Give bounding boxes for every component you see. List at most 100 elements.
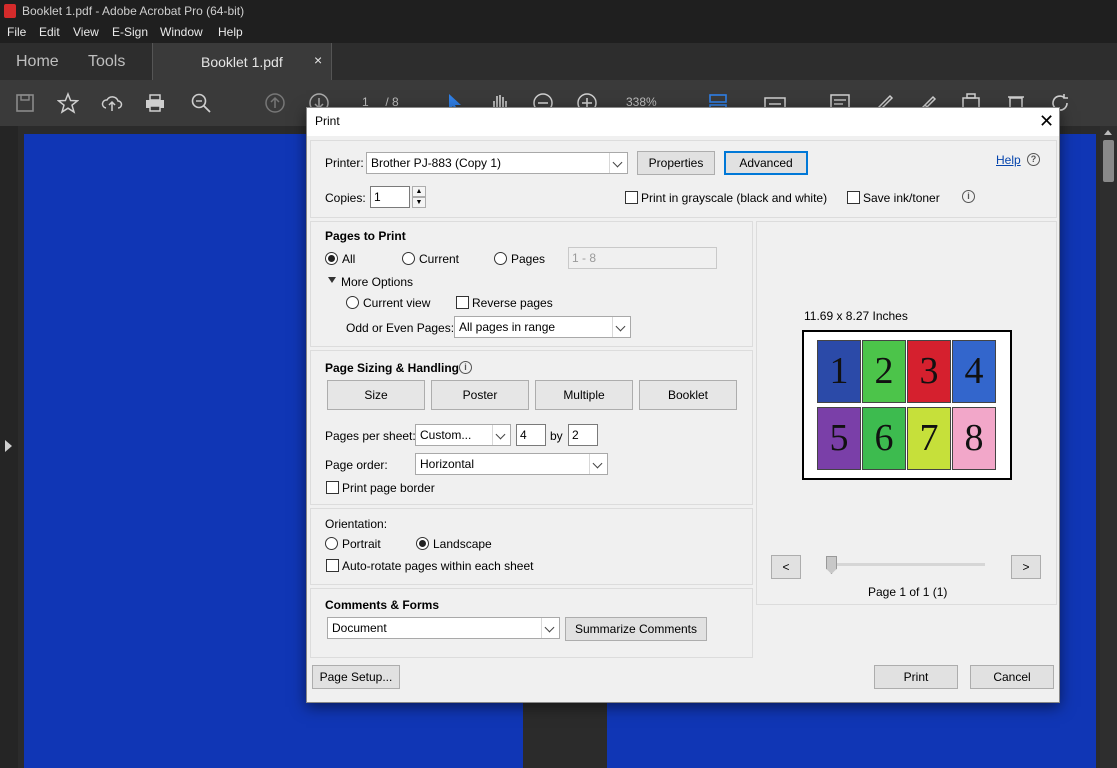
more-options-toggle[interactable]: More Options	[341, 275, 413, 289]
pages-range-input[interactable]: 1 - 8	[568, 247, 717, 269]
size-button[interactable]: Size	[327, 380, 425, 410]
grayscale-checkbox[interactable]	[625, 191, 638, 204]
menu-help[interactable]: Help	[218, 25, 243, 39]
zoom-search-icon[interactable]	[190, 92, 212, 114]
pages-to-print-heading: Pages to Print	[325, 229, 406, 243]
collapse-triangle-icon[interactable]	[328, 277, 336, 283]
info-icon[interactable]: i	[459, 361, 472, 374]
odd-even-select[interactable]: All pages in range	[454, 316, 631, 338]
preview-page-thumb: 1	[817, 340, 861, 403]
preview-page-thumb: 4	[952, 340, 996, 403]
preview-prev-button[interactable]: <	[771, 555, 801, 579]
poster-button[interactable]: Poster	[431, 380, 529, 410]
reverse-pages-checkbox[interactable]	[456, 296, 469, 309]
chevron-down-icon	[589, 454, 607, 474]
comments-forms-select[interactable]: Document	[327, 617, 560, 639]
scroll-thumb[interactable]	[1103, 140, 1114, 182]
booklet-button[interactable]: Booklet	[639, 380, 737, 410]
tab-tools[interactable]: Tools	[88, 53, 125, 71]
previous-page-icon[interactable]	[264, 92, 286, 114]
radio-pages[interactable]	[494, 252, 507, 265]
properties-button[interactable]: Properties	[637, 151, 715, 175]
star-icon[interactable]	[56, 91, 80, 114]
tab-close-icon[interactable]: ×	[314, 52, 322, 68]
menu-bar: File Edit View E-Sign Window Help	[0, 22, 1117, 43]
summarize-comments-button[interactable]: Summarize Comments	[565, 617, 707, 641]
multiple-button[interactable]: Multiple	[535, 380, 633, 410]
cancel-button[interactable]: Cancel	[970, 665, 1054, 689]
radio-all-label: All	[342, 252, 356, 266]
preview-page-thumb: 2	[862, 340, 906, 403]
page-sizing-heading: Page Sizing & Handling	[325, 361, 460, 375]
save-icon[interactable]	[14, 92, 36, 114]
preview-page-thumb: 7	[907, 407, 951, 470]
print-page-border-label: Print page border	[342, 481, 435, 495]
menu-esign[interactable]: E-Sign	[112, 25, 148, 39]
preview-next-button[interactable]: >	[1011, 555, 1041, 579]
radio-all[interactable]	[325, 252, 338, 265]
close-icon[interactable]: ✕	[1039, 111, 1054, 132]
page-order-label: Page order:	[325, 458, 388, 472]
save-ink-checkbox[interactable]	[847, 191, 860, 204]
chevron-down-icon	[612, 317, 630, 337]
reverse-pages-label: Reverse pages	[472, 296, 553, 310]
expand-panel-icon[interactable]	[5, 440, 12, 452]
print-page-border-checkbox[interactable]	[326, 481, 339, 494]
menu-file[interactable]: File	[7, 25, 26, 39]
radio-current-view[interactable]	[346, 296, 359, 309]
tab-home[interactable]: Home	[16, 53, 59, 71]
page-gap	[523, 702, 607, 768]
save-ink-label: Save ink/toner	[863, 191, 940, 205]
preview-page-thumb: 6	[862, 407, 906, 470]
radio-landscape[interactable]	[416, 537, 429, 550]
page-order-select[interactable]: Horizontal	[415, 453, 608, 475]
copies-decrement-icon[interactable]: ▼	[412, 197, 426, 208]
comments-forms-heading: Comments & Forms	[325, 598, 440, 612]
page-setup-button[interactable]: Page Setup...	[312, 665, 400, 689]
auto-rotate-checkbox[interactable]	[326, 559, 339, 572]
preview-page-thumb: 5	[817, 407, 861, 470]
paper-size-label: 11.69 x 8.27 Inches	[804, 309, 908, 323]
printer-label: Printer:	[325, 156, 364, 170]
acrobat-logo-icon	[4, 4, 16, 18]
advanced-button[interactable]: Advanced	[724, 151, 808, 175]
scroll-up-icon[interactable]	[1104, 130, 1112, 135]
menu-edit[interactable]: Edit	[39, 25, 60, 39]
copies-label: Copies:	[325, 191, 366, 205]
info-icon[interactable]: i	[962, 190, 975, 203]
help-question-icon[interactable]: ?	[1027, 153, 1040, 166]
odd-even-label: Odd or Even Pages:	[346, 321, 455, 335]
upload-cloud-icon[interactable]	[101, 92, 123, 114]
printer-select[interactable]: Brother PJ-883 (Copy 1)	[366, 152, 628, 174]
preview-slider-track[interactable]	[827, 563, 985, 566]
preview-sheet: 1234 5678	[802, 330, 1012, 480]
landscape-label: Landscape	[433, 537, 492, 551]
dialog-title: Print	[315, 114, 340, 128]
radio-portrait[interactable]	[325, 537, 338, 550]
current-view-label: Current view	[363, 296, 431, 310]
menu-window[interactable]: Window	[160, 25, 203, 39]
tab-document-label: Booklet 1.pdf	[201, 54, 283, 70]
help-link[interactable]: Help	[996, 153, 1021, 167]
preview-page-thumb: 3	[907, 340, 951, 403]
window-title-bar: Booklet 1.pdf - Adobe Acrobat Pro (64-bi…	[0, 0, 1117, 22]
portrait-label: Portrait	[342, 537, 381, 551]
tab-document[interactable]: Booklet 1.pdf ×	[152, 43, 332, 80]
columns-input[interactable]: 4	[516, 424, 546, 446]
copies-increment-icon[interactable]: ▲	[412, 186, 426, 197]
vertical-scrollbar[interactable]	[1100, 126, 1117, 768]
copies-input[interactable]: 1	[370, 186, 410, 208]
tab-bar: Home Tools Booklet 1.pdf ×	[0, 43, 1117, 80]
preview-page-of: Page 1 of 1 (1)	[868, 585, 948, 599]
menu-view[interactable]: View	[73, 25, 99, 39]
print-button[interactable]: Print	[874, 665, 958, 689]
radio-pages-label: Pages	[511, 252, 546, 266]
auto-rotate-label: Auto-rotate pages within each sheet	[342, 559, 534, 573]
print-icon[interactable]	[144, 92, 166, 114]
orientation-heading: Orientation:	[325, 517, 388, 531]
radio-current[interactable]	[402, 252, 415, 265]
rows-input[interactable]: 2	[568, 424, 598, 446]
pages-per-sheet-label: Pages per sheet:	[325, 429, 416, 443]
pages-per-sheet-select[interactable]: Custom...	[415, 424, 511, 446]
radio-current-label: Current	[419, 252, 460, 266]
